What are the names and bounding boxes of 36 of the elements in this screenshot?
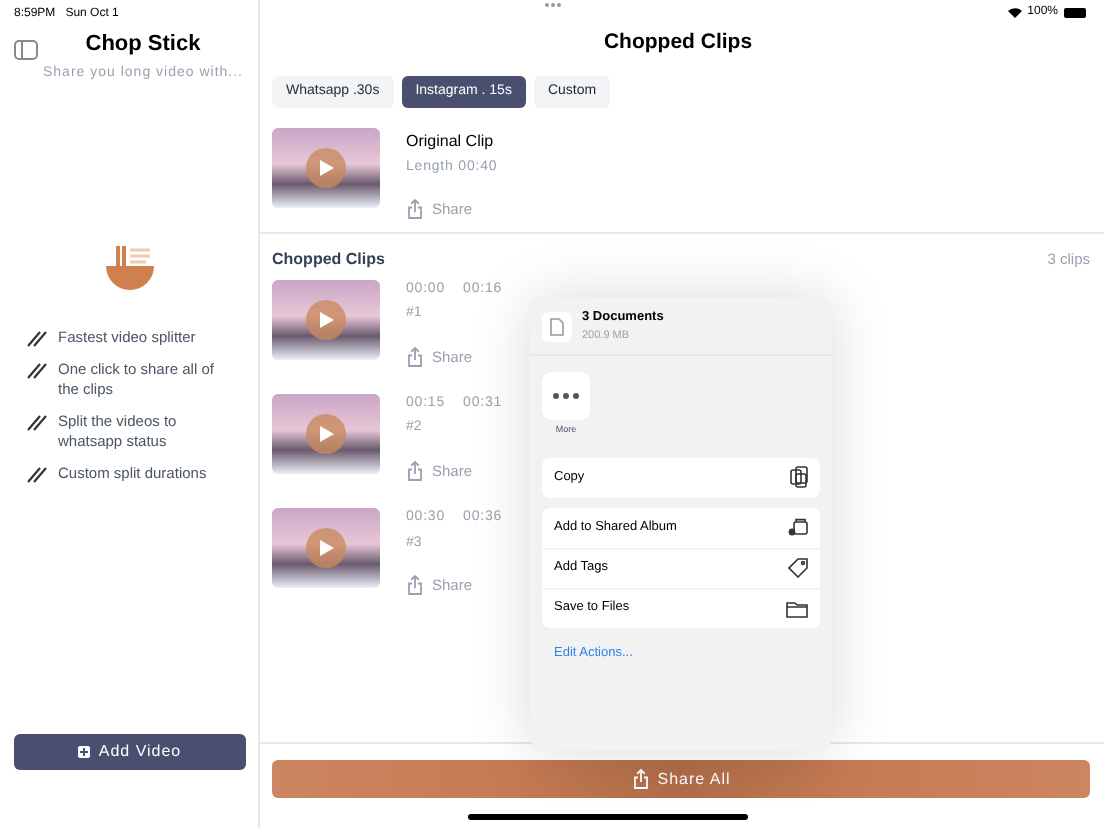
screen-title: Chopped Clips bbox=[601, 28, 755, 58]
section-title: Chopped Clips bbox=[272, 247, 385, 271]
video-thumbnail[interactable] bbox=[272, 279, 380, 359]
play-icon[interactable] bbox=[306, 413, 346, 454]
play-icon[interactable] bbox=[306, 528, 346, 568]
app-title: Chop Stick bbox=[85, 30, 201, 60]
tag-icon bbox=[788, 558, 808, 579]
document-icon bbox=[542, 311, 572, 341]
share-icon bbox=[406, 198, 424, 221]
more-button[interactable] bbox=[542, 372, 590, 420]
more-icon bbox=[552, 392, 580, 400]
noodle-bowl-icon bbox=[103, 244, 155, 292]
share-icon bbox=[406, 459, 424, 482]
share-icon bbox=[406, 345, 424, 368]
video-thumbnail[interactable] bbox=[272, 127, 380, 208]
folder-icon bbox=[786, 599, 808, 618]
share-icon bbox=[631, 768, 650, 790]
share-all-button[interactable]: Share All bbox=[272, 760, 1090, 798]
chopsticks-icon bbox=[26, 330, 48, 348]
chopsticks-icon bbox=[26, 466, 48, 484]
wifi-icon bbox=[1007, 8, 1022, 18]
share-icon bbox=[406, 574, 424, 597]
copy-icon bbox=[790, 466, 808, 489]
battery-icon bbox=[1064, 8, 1086, 18]
video-thumbnail[interactable] bbox=[272, 393, 380, 474]
multitask-dots-icon[interactable] bbox=[544, 2, 562, 8]
clip-title: Original Clip bbox=[406, 129, 494, 154]
video-thumbnail[interactable] bbox=[272, 508, 380, 588]
album-icon bbox=[788, 518, 808, 537]
plus-icon bbox=[78, 746, 91, 758]
sidebar-toggle-icon[interactable] bbox=[14, 40, 38, 60]
play-icon[interactable] bbox=[306, 147, 346, 188]
add-video-button[interactable]: Add Video bbox=[14, 734, 246, 770]
chopsticks-icon bbox=[26, 414, 48, 432]
chopsticks-icon bbox=[26, 362, 48, 380]
play-icon[interactable] bbox=[306, 299, 346, 339]
